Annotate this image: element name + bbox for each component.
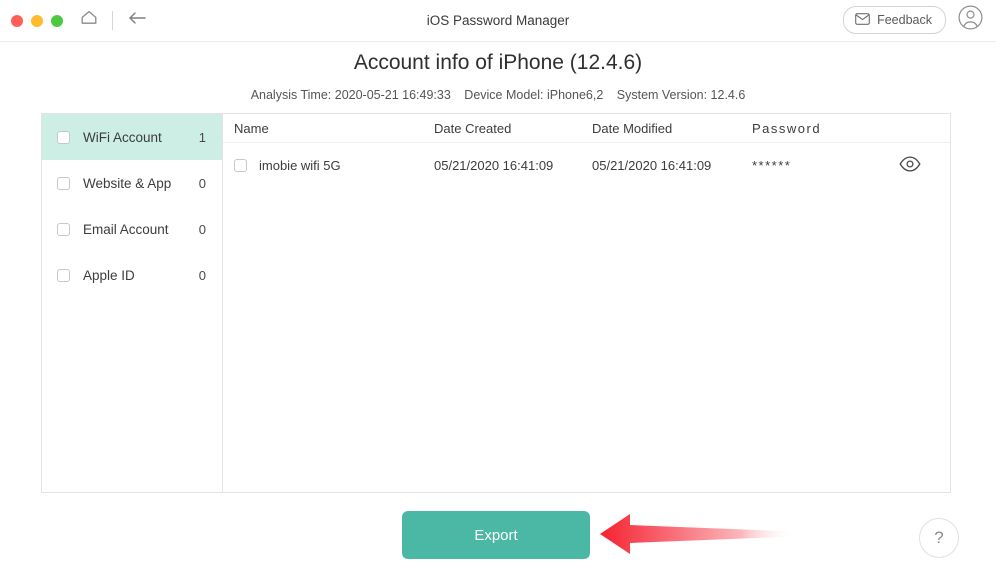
- back-arrow-icon: [126, 10, 148, 31]
- toolbar-right: Feedback: [843, 5, 984, 35]
- sidebar-item-count: 0: [198, 267, 206, 283]
- row-date-modified: 05/21/2020 16:41:09: [592, 157, 712, 173]
- sidebar-item-label: Website & App: [83, 175, 172, 191]
- toolbar-divider: [112, 11, 113, 30]
- title-bar: iOS Password Manager Feedback: [0, 0, 996, 42]
- sidebar-item-label: Email Account: [83, 221, 169, 237]
- sidebar-checkbox[interactable]: [57, 222, 70, 236]
- back-button[interactable]: [124, 9, 150, 33]
- maximize-window-button[interactable]: [51, 14, 63, 27]
- sidebar-item-count: 0: [198, 221, 206, 237]
- close-window-button[interactable]: [11, 14, 23, 27]
- device-info-subtitle: Analysis Time: 2020-05-21 16:49:33 Devic…: [0, 88, 996, 102]
- account-button[interactable]: [957, 5, 984, 35]
- table-row[interactable]: imobie wifi 5G 05/21/2020 16:41:09 05/21…: [223, 143, 950, 187]
- column-header-date-created[interactable]: Date Created: [434, 121, 511, 136]
- column-header-password[interactable]: Password: [752, 121, 821, 136]
- feedback-button[interactable]: Feedback: [843, 6, 946, 34]
- accounts-table: Name Date Created Date Modified Password…: [223, 114, 950, 492]
- sidebar-item-count: 0: [198, 175, 206, 191]
- feedback-label: Feedback: [877, 13, 932, 27]
- device-model: Device Model: iPhone6,2: [464, 88, 604, 102]
- analysis-time: Analysis Time: 2020-05-21 16:49:33: [250, 88, 451, 102]
- user-account-icon: [958, 5, 983, 35]
- row-checkbox[interactable]: [234, 158, 247, 172]
- sidebar-item-website-app[interactable]: Website & App 0: [42, 160, 222, 206]
- annotation-arrow: [600, 508, 796, 560]
- envelope-icon: [855, 12, 870, 28]
- row-name-cell: imobie wifi 5G: [234, 158, 341, 173]
- sidebar-item-apple-id[interactable]: Apple ID 0: [42, 252, 222, 298]
- row-password-masked: ******: [752, 157, 792, 173]
- sidebar-item-label: WiFi Account: [83, 129, 162, 145]
- reveal-password-button[interactable]: [899, 154, 921, 176]
- help-button[interactable]: ?: [919, 518, 959, 558]
- eye-icon: [899, 155, 921, 175]
- system-version: System Version: 12.4.6: [616, 88, 746, 102]
- sidebar-item-label: Apple ID: [83, 267, 135, 283]
- column-header-name[interactable]: Name: [234, 121, 269, 136]
- row-date-created: 05/21/2020 16:41:09: [434, 157, 554, 173]
- home-icon: [79, 8, 99, 33]
- table-header-row: Name Date Created Date Modified Password: [223, 114, 950, 143]
- category-sidebar: WiFi Account 1 Website & App 0 Email Acc…: [42, 114, 223, 492]
- sidebar-item-count: 1: [198, 129, 206, 145]
- row-name-label: imobie wifi 5G: [259, 157, 341, 173]
- minimize-window-button[interactable]: [31, 14, 43, 27]
- sidebar-checkbox[interactable]: [57, 268, 70, 282]
- window-controls: [11, 14, 63, 27]
- content-panel: WiFi Account 1 Website & App 0 Email Acc…: [41, 113, 951, 493]
- sidebar-item-email-account[interactable]: Email Account 0: [42, 206, 222, 252]
- page-title: Account info of iPhone (12.4.6): [353, 51, 643, 74]
- home-button[interactable]: [77, 9, 101, 33]
- sidebar-checkbox[interactable]: [57, 130, 70, 144]
- sidebar-checkbox[interactable]: [57, 176, 70, 190]
- sidebar-item-wifi-account[interactable]: WiFi Account 1: [42, 114, 222, 160]
- export-button[interactable]: Export: [402, 511, 590, 559]
- column-header-date-modified[interactable]: Date Modified: [592, 121, 672, 136]
